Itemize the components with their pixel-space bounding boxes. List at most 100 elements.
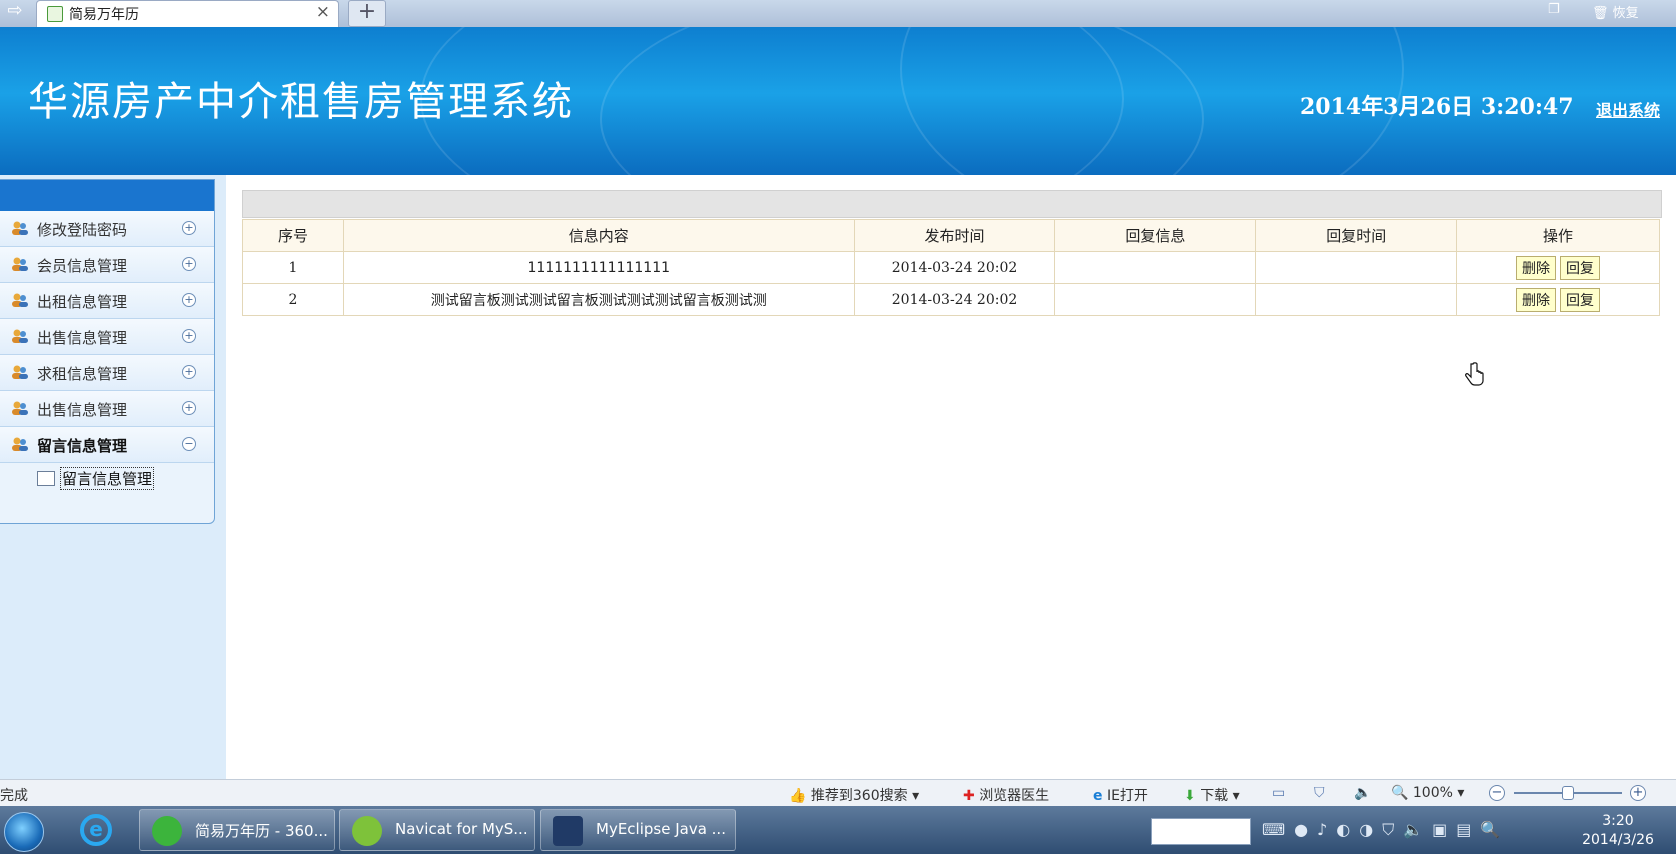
- magnifier-icon: 🔍: [1391, 785, 1409, 801]
- myeclipse-icon: [553, 816, 583, 846]
- users-icon: [12, 401, 28, 415]
- hand-cursor-icon: [1465, 362, 1484, 386]
- new-tab-button[interactable]: +: [348, 0, 386, 27]
- browser-tab-strip: ⇨ 简易万年历 × + ❐ 🗑 恢复: [0, 0, 1676, 27]
- window-tile-icon[interactable]: ❐: [1548, 2, 1560, 17]
- zoom-out-button[interactable]: −: [1489, 785, 1505, 801]
- tray-search-input[interactable]: [1151, 818, 1251, 845]
- sidebar-item-sale-2[interactable]: 出售信息管理 +: [0, 391, 214, 427]
- tray-time: 3:20: [1602, 813, 1634, 829]
- taskbar-window-label: Navicat for MyS...: [395, 820, 528, 838]
- cell-content: 测试留言板测试测试留言板测试测试测试留言板测试测: [342, 283, 855, 316]
- sidebar-subitem-messages[interactable]: 留言信息管理: [0, 463, 214, 493]
- recommend-360-button[interactable]: 👍 推荐到360搜索 ▾: [789, 785, 919, 805]
- cell-reply-time: [1255, 283, 1458, 316]
- reply-button[interactable]: 回复: [1560, 255, 1601, 280]
- zoom-in-button[interactable]: +: [1630, 785, 1646, 801]
- expand-icon[interactable]: +: [182, 329, 196, 343]
- reply-button[interactable]: 回复: [1560, 287, 1601, 312]
- sidebar-item-messages[interactable]: 留言信息管理 −: [0, 427, 214, 463]
- sidebar-item-label: 留言信息管理: [37, 437, 128, 455]
- windows-taskbar: e 简易万年历 - 360... Navicat for MyS... MyEc…: [0, 806, 1676, 854]
- browser-doctor-button[interactable]: ✚ 浏览器医生: [963, 785, 1049, 805]
- sidebar-item-rental[interactable]: 出租信息管理 +: [0, 283, 214, 319]
- start-button[interactable]: [4, 812, 44, 852]
- column-header-reply-time: 回复时间: [1255, 219, 1458, 252]
- delete-button[interactable]: 删除: [1516, 287, 1557, 312]
- restore-button[interactable]: 🗑 恢复: [1592, 2, 1639, 21]
- toolbar-bar: [242, 190, 1662, 218]
- zoom-slider-handle[interactable]: [1562, 786, 1574, 800]
- sidebar-item-change-password[interactable]: 修改登陆密码 +: [0, 211, 214, 247]
- back-icon[interactable]: ⇨: [0, 0, 30, 27]
- navicat-icon: [352, 816, 382, 846]
- taskbar-window-navicat[interactable]: Navicat for MyS...: [339, 809, 535, 851]
- app-header: 华源房产中介租售房管理系统 2014年3月26日 3:20:47 退出系统: [0, 27, 1676, 175]
- status-bar: 完成 👍 推荐到360搜索 ▾ ✚ 浏览器医生 e IE打开 ⬇ 下载 ▾ ▭ …: [0, 779, 1676, 806]
- tray-clock[interactable]: 3:20 2014/3/26: [1578, 812, 1658, 850]
- shield-icon[interactable]: ⛉: [1314, 785, 1325, 801]
- tab-title: 简易万年历: [69, 7, 139, 23]
- sidebar-item-label: 会员信息管理: [37, 257, 128, 275]
- expand-icon[interactable]: +: [182, 401, 196, 415]
- users-icon: [12, 437, 28, 451]
- expand-icon[interactable]: +: [182, 293, 196, 307]
- sidebar-item-label: 出售信息管理: [37, 401, 128, 419]
- delete-button[interactable]: 删除: [1516, 255, 1557, 280]
- speaker-icon[interactable]: 🔈: [1354, 785, 1371, 801]
- sidebar: 修改登陆密码 + 会员信息管理 + 出租信息管理 + 出售信息管理 + 求租信息…: [0, 175, 226, 779]
- ie-open-label: IE打开: [1106, 788, 1148, 804]
- column-header-no: 序号: [242, 219, 344, 252]
- ie-open-button[interactable]: e IE打开: [1093, 785, 1148, 805]
- tray-date: 2014/3/26: [1582, 832, 1654, 848]
- cell-reply: [1054, 251, 1257, 284]
- status-text: 完成: [0, 788, 28, 804]
- zoom-level: 100%: [1412, 785, 1453, 801]
- ie-icon[interactable]: e: [80, 814, 112, 846]
- column-header-actions: 操作: [1456, 219, 1660, 252]
- collapse-icon[interactable]: −: [182, 437, 196, 451]
- tab-close-button[interactable]: ×: [316, 2, 330, 22]
- users-icon: [12, 257, 28, 271]
- download-arrow-icon: ⬇: [1184, 788, 1196, 804]
- taskbar-window-label: MyEclipse Java ...: [596, 820, 726, 838]
- cell-content: 1111111111111111: [342, 251, 855, 284]
- table-row: 1 1111111111111111 2014-03-24 20:02 删除 回复: [242, 251, 1660, 284]
- taskbar-window-label: 简易万年历 - 360...: [195, 822, 328, 840]
- cell-reply-time: [1255, 251, 1458, 284]
- restore-label: 恢复: [1612, 6, 1639, 21]
- taskbar-window-myeclipse[interactable]: MyEclipse Java ...: [540, 809, 736, 851]
- cell-actions: 删除 回复: [1456, 283, 1660, 316]
- sidebar-item-label: 出售信息管理: [37, 329, 128, 347]
- taskbar-window-browser[interactable]: 简易万年历 - 360...: [139, 809, 335, 851]
- sidebar-item-members[interactable]: 会员信息管理 +: [0, 247, 214, 283]
- logout-link[interactable]: 退出系统: [1596, 97, 1660, 121]
- cell-reply: [1054, 283, 1257, 316]
- medkit-icon: ✚: [963, 788, 975, 804]
- form-icon: [37, 471, 55, 486]
- sidebar-item-sale[interactable]: 出售信息管理 +: [0, 319, 214, 355]
- recommend-label: 推荐到360搜索: [810, 788, 908, 804]
- expand-icon[interactable]: +: [182, 365, 196, 379]
- browser-360-icon: [152, 816, 182, 846]
- users-icon: [12, 221, 28, 235]
- window-icon[interactable]: ▭: [1272, 785, 1285, 801]
- sidebar-subitem-label: 留言信息管理: [60, 467, 155, 490]
- thumb-icon: 👍: [789, 788, 807, 804]
- download-button[interactable]: ⬇ 下载 ▾: [1184, 785, 1240, 805]
- browser-tab[interactable]: 简易万年历 ×: [36, 0, 339, 27]
- main-content: 序号 信息内容 发布时间 回复信息 回复时间 操作 1 111111111111…: [226, 175, 1676, 779]
- download-label: 下载: [1200, 788, 1229, 804]
- messages-table: 序号 信息内容 发布时间 回复信息 回复时间 操作 1 111111111111…: [242, 219, 1660, 316]
- column-header-content: 信息内容: [342, 219, 855, 252]
- table-row: 2 测试留言板测试测试留言板测试测试测试留言板测试测 2014-03-24 20…: [242, 283, 1660, 316]
- expand-icon[interactable]: +: [182, 257, 196, 271]
- column-header-reply: 回复信息: [1054, 219, 1257, 252]
- sidebar-menu: 修改登陆密码 + 会员信息管理 + 出租信息管理 + 出售信息管理 + 求租信息…: [0, 179, 215, 524]
- system-tray-icons[interactable]: ⌨●♪◐◑⛉🔈▣▤🔍: [1262, 820, 1509, 840]
- zoom-control[interactable]: 🔍 100% ▾: [1391, 785, 1464, 801]
- app-title: 华源房产中介租售房管理系统: [28, 79, 574, 125]
- cell-no: 1: [242, 251, 344, 284]
- expand-icon[interactable]: +: [182, 221, 196, 235]
- sidebar-item-wanted[interactable]: 求租信息管理 +: [0, 355, 214, 391]
